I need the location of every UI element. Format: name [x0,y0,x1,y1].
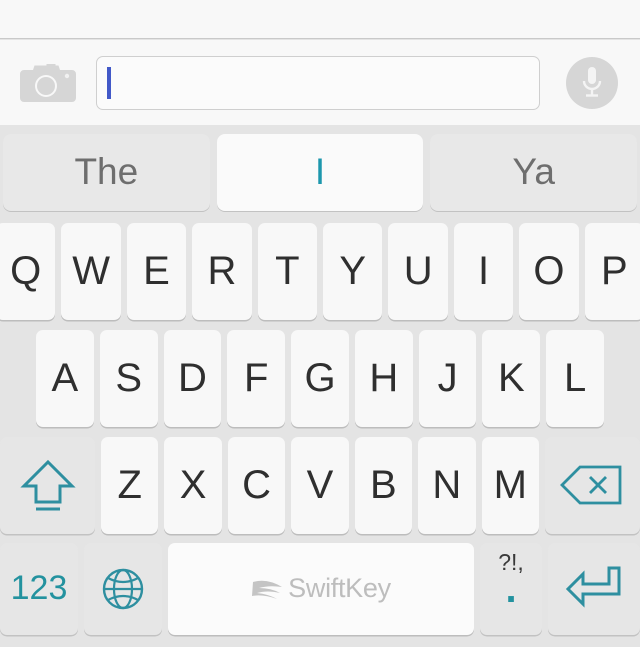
key-e[interactable]: E [126,222,187,320]
key-s[interactable]: S [99,329,158,427]
language-key[interactable] [84,542,162,635]
swiftkey-wordmark: SwiftKey [288,573,391,603]
key-label: K [498,355,525,400]
key-p[interactable]: P [584,222,640,320]
key-label: T [275,248,300,293]
key-label: B [370,462,397,507]
microphone-button[interactable] [544,40,640,125]
key-m[interactable]: M [481,436,539,534]
key-label: R [207,248,237,293]
key-label: G [304,355,336,400]
key-label: 123 [10,569,68,607]
key-w[interactable]: W [61,222,121,320]
key-label: I [477,248,490,293]
key-x[interactable]: X [164,436,222,534]
shift-icon [19,456,76,514]
input-toolbar [0,40,640,125]
microphone-icon [566,56,618,109]
key-y[interactable]: Y [323,222,383,320]
key-c[interactable]: C [227,436,286,534]
key-label: D [178,355,207,400]
key-label: E [143,248,170,293]
key-label: C [242,462,271,507]
spacebar-key[interactable]: SwiftKey [168,542,474,635]
key-i[interactable]: I [453,222,514,320]
key-label: L [564,355,587,400]
key-label: J [437,355,458,400]
key-n[interactable]: N [418,436,476,534]
keyboard-row-2: A S D F G H J K L [0,325,640,432]
shift-key[interactable] [0,436,95,534]
key-t[interactable]: T [257,222,318,320]
keyboard-screen: The I Ya Q W E R T Y U I O P A S D F G H… [0,0,640,647]
key-l[interactable]: L [546,329,605,427]
enter-key[interactable] [548,542,640,635]
key-label: F [244,355,269,400]
key-label: O [533,248,565,293]
camera-icon [18,60,78,106]
keyboard-row-1: Q W E R T Y U I O P [0,218,640,325]
key-q[interactable]: Q [0,222,56,320]
suggestion-bar: The I Ya [0,126,640,218]
suggestion-item-0[interactable]: The [3,133,210,211]
suggestion-label: The [74,151,139,192]
swiftkey-swoosh-icon [252,580,283,599]
key-o[interactable]: O [519,222,579,320]
key-b[interactable]: B [354,436,413,534]
keyboard-row-4: 123 SwiftKey ?!, . [0,539,640,639]
suggestion-label: I [314,151,326,192]
suggestion-label: Ya [512,151,555,192]
key-label: A [51,355,79,400]
enter-icon [565,564,623,614]
key-j[interactable]: J [418,329,477,427]
key-k[interactable]: K [482,329,541,427]
key-label: Y [339,248,367,293]
key-label: P [601,248,628,293]
key-g[interactable]: G [291,329,349,427]
text-caret [107,66,111,99]
key-label: U [403,248,433,293]
key-label: X [179,462,207,507]
key-u[interactable]: U [388,222,448,320]
key-r[interactable]: R [192,222,252,320]
key-label: M [493,462,527,507]
keyboard-row-3: Z X C V B N M [0,432,640,539]
suggestion-item-1[interactable]: I [216,133,424,211]
text-input-field[interactable] [96,55,540,110]
camera-button[interactable] [0,40,96,125]
punctuation-key[interactable]: ?!, . [480,542,542,635]
key-f[interactable]: F [227,329,286,427]
key-v[interactable]: V [291,436,349,534]
swiftkey-logo: SwiftKey [251,573,391,604]
key-label: Q [10,248,42,293]
key-a[interactable]: A [36,329,94,427]
suggestion-item-2[interactable]: Ya [430,133,638,211]
message-area [0,0,640,39]
key-label: S [115,355,143,400]
numbers-key[interactable]: 123 [0,542,78,635]
key-label: N [432,462,462,507]
backspace-icon [560,463,624,507]
key-h[interactable]: H [354,329,413,427]
key-label: W [72,248,110,293]
key-label: H [369,355,399,400]
globe-icon [100,566,146,612]
virtual-keyboard: Q W E R T Y U I O P A S D F G H J K L Z … [0,218,640,647]
key-d[interactable]: D [163,329,222,427]
key-z[interactable]: Z [101,436,159,534]
backspace-key[interactable] [544,436,640,534]
key-label: V [306,462,334,507]
key-label: Z [117,462,142,507]
